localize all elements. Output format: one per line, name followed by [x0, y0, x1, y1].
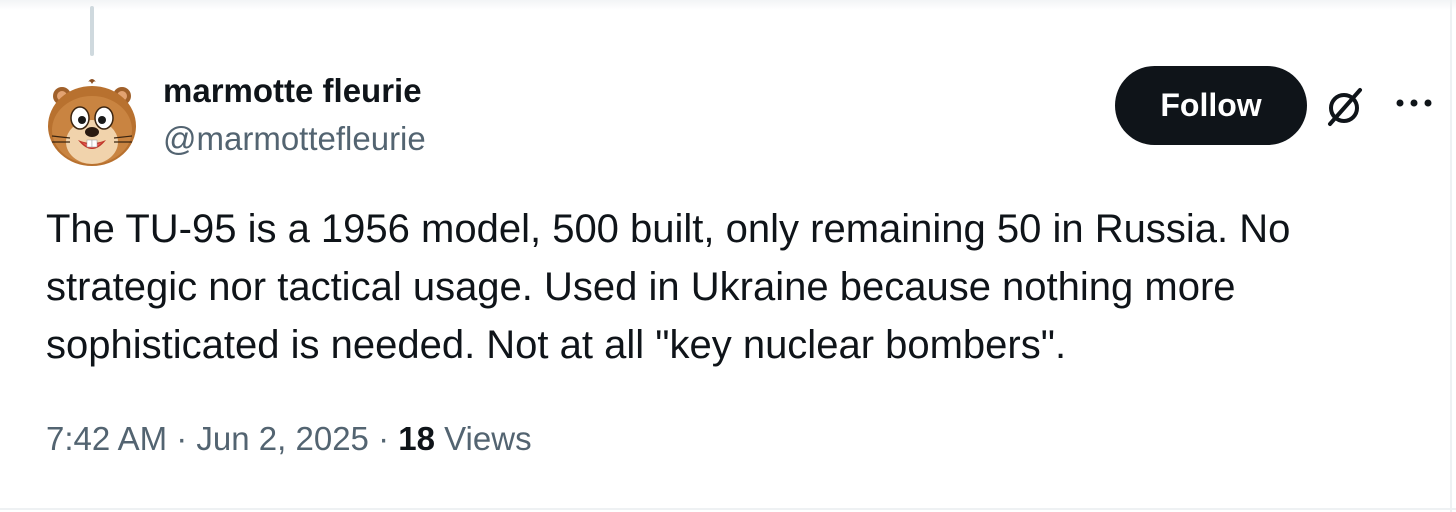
meta-separator: ·: [176, 420, 188, 457]
more-icon[interactable]: [1394, 93, 1434, 113]
tweet-meta: 7:42 AM · Jun 2, 2025 · 18 Views: [46, 420, 532, 458]
right-border: [1450, 0, 1452, 512]
top-fade: [0, 0, 1456, 10]
grok-icon[interactable]: [1322, 84, 1368, 130]
meta-separator: ·: [378, 420, 390, 457]
tweet-time[interactable]: 7:42 AM: [46, 420, 167, 457]
tweet-text-line: The TU-95 is a 1956 model, 500 built, on…: [46, 207, 1291, 251]
marmot-avatar[interactable]: [44, 76, 140, 172]
tweet-text: The TU-95 is a 1956 model, 500 built, on…: [46, 200, 1426, 374]
author-display-name[interactable]: marmotte fleurie: [163, 72, 422, 110]
tweet-text-line: strategic nor tactical usage. Used in Uk…: [46, 265, 1236, 309]
bottom-border: [0, 508, 1456, 510]
follow-button[interactable]: Follow: [1115, 66, 1307, 145]
tweet-date[interactable]: Jun 2, 2025: [196, 420, 368, 457]
author-handle[interactable]: @marmottefleurie: [163, 120, 426, 158]
thread-connector-line: [90, 6, 94, 56]
tweet-card: marmotte fleurie @marmottefleurie Follow…: [0, 0, 1456, 512]
views-label: Views: [444, 420, 532, 457]
tweet-text-line: sophisticated is needed. Not at all "key…: [46, 323, 1067, 367]
views-count: 18: [398, 420, 435, 457]
